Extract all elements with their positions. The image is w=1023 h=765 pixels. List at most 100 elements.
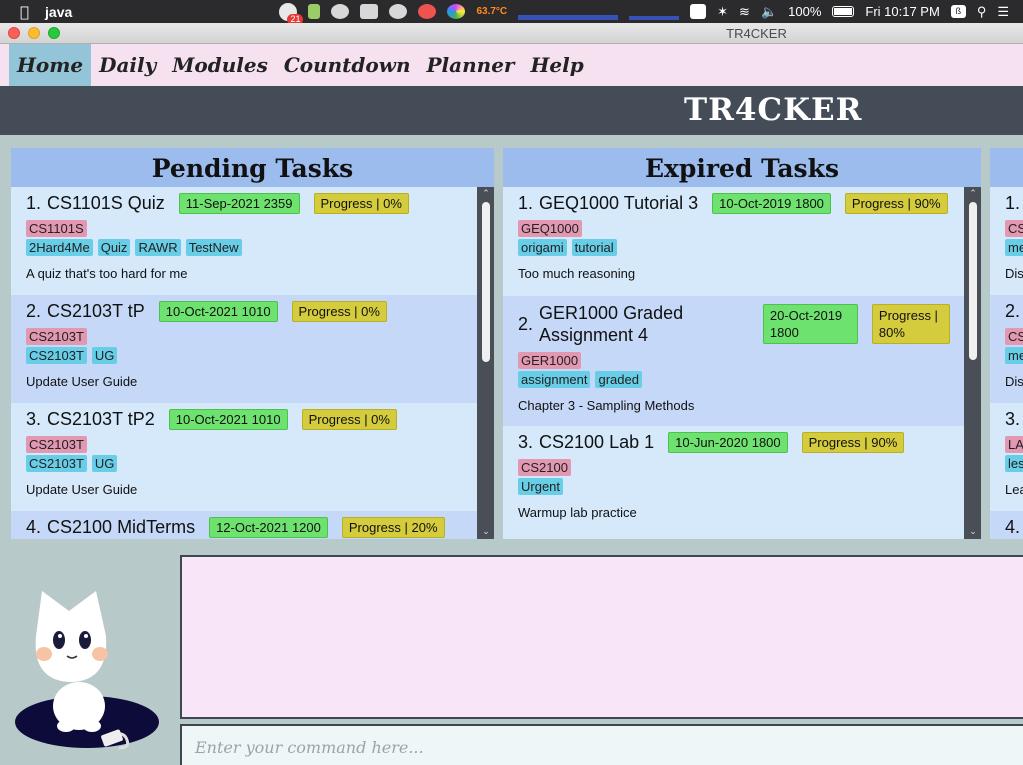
third-task-list[interactable]: 1. CS me Dis 2. CS me Dis 3. LA les Lea …	[990, 187, 1023, 539]
deadline-badge: 10-Oct-2021 1010	[168, 409, 288, 430]
cpu-temperature: 63.7°C	[476, 6, 508, 17]
scroll-up-arrow-icon[interactable]: ⌃	[481, 189, 491, 199]
task-tag: TestNew	[185, 239, 242, 256]
progress-badge: Progress | 0%	[313, 193, 409, 214]
search-icon[interactable]: ⚲	[977, 4, 987, 20]
cpu-graph	[518, 3, 619, 20]
progress-badge: Progress | 20%	[341, 517, 445, 538]
task-card[interactable]: 4.	[990, 511, 1023, 539]
scroll-up-arrow-icon[interactable]: ⌃	[968, 189, 978, 199]
record-icon[interactable]	[418, 4, 437, 19]
task-name: GEQ1000 Tutorial 3	[539, 193, 699, 213]
nav-modules[interactable]: Modules	[164, 44, 276, 86]
task-index: 3.	[1005, 409, 1021, 429]
upload-icon[interactable]	[389, 4, 408, 19]
task-card[interactable]: 3. CS2103T tP2 10-Oct-2021 1010 Progress…	[11, 403, 477, 511]
task-tag: me	[1005, 239, 1023, 256]
scroll-down-arrow-icon[interactable]: ⌄	[968, 527, 978, 537]
bluetooth-icon[interactable]: ✶	[717, 4, 728, 20]
expired-task-list[interactable]: 1. GEQ1000 Tutorial 3 10-Oct-2019 1800 P…	[503, 187, 964, 539]
window-layout-icon[interactable]	[690, 4, 707, 19]
task-index: 2.	[1005, 301, 1021, 321]
task-card[interactable]: 3. LA les Lea	[990, 403, 1023, 511]
cloud-app-icon[interactable]	[331, 4, 350, 19]
battery-icon[interactable]	[832, 6, 855, 17]
deadline-badge: 20-Oct-2019 1800	[762, 304, 858, 344]
battery-app-icon[interactable]	[308, 4, 321, 19]
task-description: A quiz that's too hard for me	[26, 266, 188, 281]
task-tag: Urgent	[518, 478, 564, 495]
task-card[interactable]: 3. CS2100 Lab 1 10-Jun-2020 1800 Progres…	[503, 426, 964, 539]
task-tag: Quiz	[97, 239, 131, 256]
wifi-icon[interactable]: ≋	[739, 4, 750, 20]
task-tag: assignment	[518, 371, 591, 388]
module-tag: CS	[1005, 220, 1023, 237]
battery-percent[interactable]: 100%	[788, 4, 821, 19]
module-tag: CS2103T	[26, 436, 87, 453]
task-name: CS2103T tP	[47, 301, 145, 321]
color-wheel-icon[interactable]	[447, 4, 466, 19]
expired-tasks-panel: Expired Tasks 1. GEQ1000 Tutorial 3 10-O…	[503, 148, 981, 539]
bi-app-icon[interactable]	[360, 4, 379, 19]
task-description: Dis	[1005, 374, 1023, 389]
nav-help[interactable]: Help	[522, 44, 591, 86]
nav-home[interactable]: Home	[9, 44, 92, 86]
notification-icon[interactable]: 21	[279, 2, 304, 25]
task-card[interactable]: 1. CS me Dis	[990, 187, 1023, 295]
task-tag: 2Hard4Me	[26, 239, 93, 256]
volume-icon[interactable]: 🔈	[761, 4, 777, 20]
window-title-bar: TR4CKER	[0, 23, 1023, 44]
module-tag: CS2100	[518, 459, 571, 476]
deadline-badge: 11-Sep-2021 2359	[178, 193, 300, 214]
task-description: Chapter 3 - Sampling Methods	[518, 398, 695, 413]
clock[interactable]: Fri 10:17 PM	[865, 4, 939, 19]
task-tag: origami	[518, 239, 567, 256]
task-card[interactable]: 4. CS2100 MidTerms 12-Oct-2021 1200 Prog…	[11, 511, 477, 539]
scroll-down-arrow-icon[interactable]: ⌄	[481, 527, 491, 537]
app-nav-bar: Home Daily Modules Countdown Planner Hel…	[0, 44, 1023, 86]
network-graph	[629, 3, 680, 20]
nav-planner[interactable]: Planner	[419, 44, 523, 86]
result-display[interactable]	[180, 555, 1023, 719]
task-tag: UG	[91, 347, 118, 364]
app-menu-name[interactable]: java	[45, 4, 72, 20]
pending-tasks-title: Pending Tasks	[11, 148, 494, 187]
task-card[interactable]: 2. GER1000 Graded Assignment 4 20-Oct-20…	[503, 296, 964, 426]
task-description: Update User Guide	[26, 374, 138, 389]
task-index: 4.	[26, 517, 42, 537]
progress-badge: Progress | 0%	[301, 409, 397, 430]
task-description: Update User Guide	[26, 482, 138, 497]
task-index: 3.	[26, 409, 42, 429]
pending-scrollbar[interactable]: ⌃ ⌄	[477, 187, 494, 539]
task-card[interactable]: 2. CS me Dis	[990, 295, 1023, 403]
system-menu-bar:  java 21 63.7°C ✶ ≋ 🔈 100% Fri 10:17 PM…	[0, 0, 1023, 25]
cat-mascot-image	[15, 591, 159, 750]
command-input[interactable]: Enter your command here...	[180, 724, 1023, 765]
task-tag: graded	[595, 371, 642, 388]
keyboard-layout-icon[interactable]: ß	[950, 5, 966, 18]
scroll-thumb[interactable]	[969, 202, 977, 360]
module-tag: CS2103T	[26, 328, 87, 345]
task-tag: CS2103T	[26, 455, 87, 472]
progress-badge: Progress | 80%	[871, 304, 950, 344]
nav-daily[interactable]: Daily	[91, 44, 164, 86]
expired-scrollbar[interactable]: ⌃ ⌄	[964, 187, 981, 539]
task-card[interactable]: 2. CS2103T tP 10-Oct-2021 1010 Progress …	[11, 295, 477, 403]
pending-task-list[interactable]: 1. CS1101S Quiz 11-Sep-2021 2359 Progres…	[11, 187, 477, 539]
task-name: CS2100 MidTerms	[47, 517, 196, 537]
task-description: Lea	[1005, 482, 1023, 497]
task-index: 1.	[1005, 193, 1021, 213]
apple-menu-icon[interactable]: 	[20, 3, 29, 21]
deadline-badge: 10-Oct-2021 1010	[158, 301, 278, 322]
nav-countdown[interactable]: Countdown	[276, 44, 419, 86]
task-card[interactable]: 1. GEQ1000 Tutorial 3 10-Oct-2019 1800 P…	[503, 187, 964, 296]
task-tag: CS2103T	[26, 347, 87, 364]
progress-badge: Progress | 0%	[291, 301, 387, 322]
control-center-icon[interactable]: ☰	[997, 4, 1009, 20]
scroll-thumb[interactable]	[482, 202, 490, 362]
task-index: 1.	[26, 193, 42, 213]
task-description: Too much reasoning	[518, 266, 636, 281]
task-card[interactable]: 1. CS1101S Quiz 11-Sep-2021 2359 Progres…	[11, 187, 477, 295]
task-description: Dis	[1005, 266, 1023, 281]
task-index: 3.	[518, 432, 534, 452]
